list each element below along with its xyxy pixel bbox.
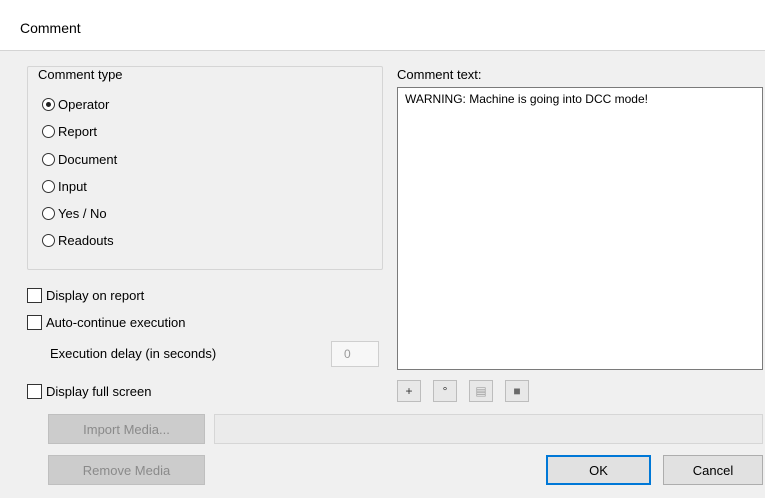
checkbox-label: Auto-continue execution — [46, 314, 186, 330]
radio-button[interactable] — [42, 233, 55, 247]
image-icon[interactable]: ■ — [505, 380, 529, 402]
checkbox-box[interactable] — [27, 383, 42, 399]
radio-report[interactable]: Report — [42, 121, 97, 141]
radio-document[interactable]: Document — [42, 149, 117, 169]
radio-button[interactable] — [42, 124, 55, 138]
radio-button-checked[interactable] — [42, 97, 55, 111]
display-on-report-checkbox[interactable]: Display on report — [27, 285, 144, 305]
radio-operator[interactable]: Operator — [42, 94, 109, 114]
comment-type-title: Comment type — [36, 67, 125, 82]
ok-button[interactable]: OK — [546, 455, 651, 485]
import-media-button[interactable]: Import Media... — [48, 414, 205, 444]
execution-delay-input[interactable]: 0 — [331, 341, 379, 367]
radio-readouts[interactable]: Readouts — [42, 230, 114, 250]
checkbox-label: Display on report — [46, 287, 145, 303]
checkbox-box[interactable] — [27, 287, 42, 303]
radio-label: Readouts — [58, 232, 114, 248]
radio-button[interactable] — [42, 206, 55, 220]
plus-minus-icon[interactable]: + — [397, 380, 421, 402]
comment-text-label: Comment text: — [397, 67, 482, 82]
radio-label: Document — [58, 151, 118, 167]
cancel-button[interactable]: Cancel — [663, 455, 763, 485]
title-bar: Comment — [0, 0, 765, 51]
window-title: Comment — [20, 20, 81, 36]
display-full-screen-checkbox[interactable]: Display full screen — [27, 381, 152, 401]
radio-label: Report — [58, 123, 98, 139]
radio-label: Operator — [58, 96, 110, 112]
auto-continue-checkbox[interactable]: Auto-continue execution — [27, 312, 185, 332]
checkbox-box[interactable] — [27, 314, 42, 330]
radio-input[interactable]: Input — [42, 176, 87, 196]
radio-yes-no[interactable]: Yes / No — [42, 203, 107, 223]
degree-icon[interactable]: ° — [433, 380, 457, 402]
media-path-field[interactable] — [214, 414, 763, 444]
table-icon[interactable]: ▤ — [469, 380, 493, 402]
execution-delay-label: Execution delay (in seconds) — [50, 346, 217, 361]
radio-button[interactable] — [42, 152, 55, 166]
radio-button[interactable] — [42, 179, 55, 193]
comment-textarea[interactable]: WARNING: Machine is going into DCC mode! — [397, 87, 763, 370]
radio-label: Input — [58, 178, 87, 194]
checkbox-label: Display full screen — [46, 383, 152, 399]
radio-label: Yes / No — [58, 205, 107, 221]
remove-media-button[interactable]: Remove Media — [48, 455, 205, 485]
